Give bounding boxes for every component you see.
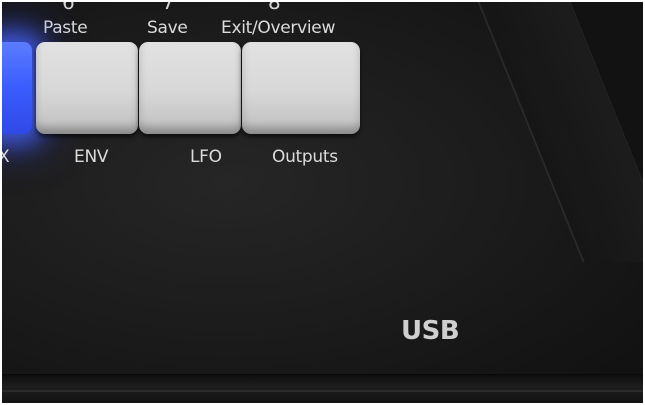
exit-overview-label: Exit/Overview — [221, 18, 336, 38]
key-number-8: 8 — [268, 2, 281, 14]
key-number-7: 7 — [162, 2, 175, 14]
lfo-key[interactable] — [139, 42, 241, 134]
device-photo: 6 7 8 Paste Save Exit/Overview X ENV LFO… — [2, 2, 643, 403]
env-key[interactable] — [36, 42, 138, 134]
case-bottom-line — [2, 390, 643, 392]
case-bottom-edge — [2, 374, 643, 403]
usb-label: USB — [401, 316, 460, 346]
blue-lit-key[interactable] — [2, 42, 32, 134]
outputs-key[interactable] — [242, 42, 360, 134]
outputs-label: Outputs — [272, 147, 338, 167]
env-label: ENV — [74, 147, 109, 167]
partial-key-label: X — [2, 147, 10, 167]
lfo-label: LFO — [190, 147, 222, 167]
key-number-6: 6 — [62, 2, 75, 14]
paste-label: Paste — [43, 18, 88, 38]
save-label: Save — [147, 18, 188, 38]
